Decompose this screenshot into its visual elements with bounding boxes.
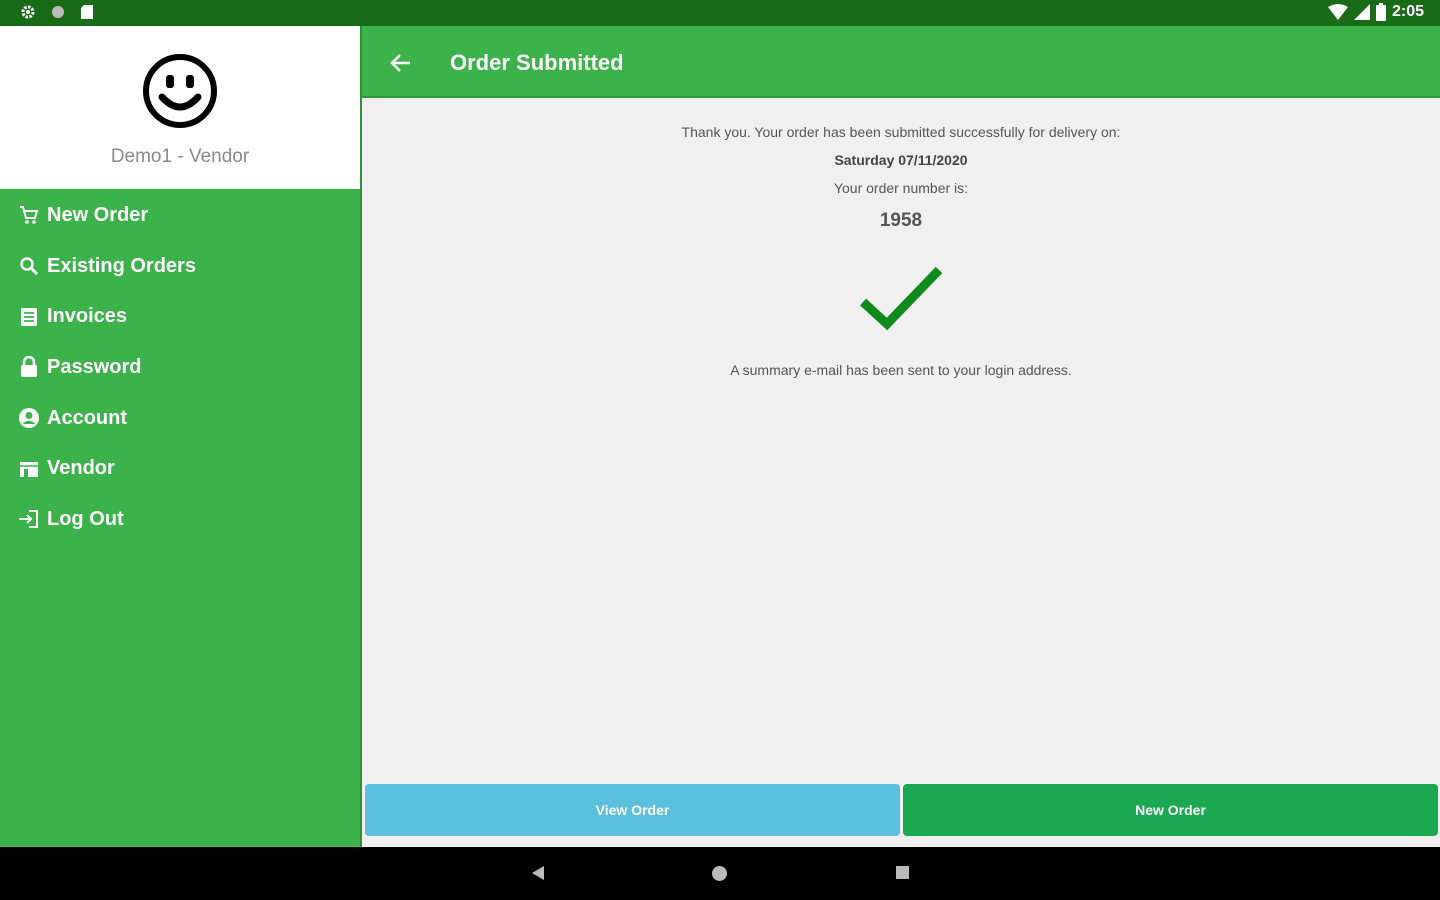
lock-icon: [18, 356, 40, 378]
nav-home-icon[interactable]: [711, 865, 728, 882]
new-order-button[interactable]: New Order: [903, 784, 1438, 836]
checkmark-icon: [859, 266, 943, 331]
search-icon: [18, 255, 40, 277]
menu-item-label: Password: [47, 355, 142, 378]
wifi-icon: [1327, 4, 1348, 20]
menu-item-label: Account: [47, 406, 127, 429]
store-icon: [18, 458, 40, 480]
menu-item-label: Vendor: [47, 457, 115, 480]
logout-icon: [18, 508, 40, 530]
nav-back-icon[interactable]: [530, 865, 546, 881]
order-number: 1958: [879, 210, 923, 231]
menu-item-invoices[interactable]: Invoices: [0, 291, 360, 342]
back-arrow-icon[interactable]: [388, 50, 414, 76]
account-icon: [18, 407, 40, 429]
clock: 2:05: [1391, 3, 1424, 20]
page-title: Order Submitted: [450, 50, 624, 75]
delivery-date: Saturday 07/11/2020: [834, 152, 968, 168]
app-bar: Order Submitted: [362, 26, 1440, 98]
menu-item-vendor[interactable]: Vendor: [0, 443, 360, 494]
main-panel: Order Submitted Thank you. Your order ha…: [360, 26, 1440, 847]
menu-item-label: New Order: [47, 203, 149, 226]
order-number-label: Your order number is:: [833, 180, 969, 196]
menu-item-label: Invoices: [47, 305, 128, 328]
signal-icon: [1353, 4, 1370, 20]
vendor-name: Demo1 - Vendor: [110, 146, 250, 167]
menu-item-label: Log Out: [47, 507, 124, 530]
battery-icon: [1375, 3, 1386, 21]
cart-icon: [18, 204, 40, 226]
summary-email-note: A summary e-mail has been sent to your l…: [730, 362, 1072, 378]
menu-item-existing-orders[interactable]: Existing Orders: [0, 241, 360, 292]
status-bar: 2:05: [0, 0, 1440, 26]
settings-icon: [21, 5, 35, 19]
drawer-menu: New Order Existing Orders Invoices Passw…: [0, 190, 360, 545]
sync-icon: [52, 6, 64, 18]
menu-item-password[interactable]: Password: [0, 342, 360, 393]
invoice-icon: [18, 306, 40, 328]
drawer-header: Demo1 - Vendor: [0, 26, 360, 189]
menu-item-log-out[interactable]: Log Out: [0, 494, 360, 545]
smiley-face-icon: [143, 54, 217, 128]
menu-item-account[interactable]: Account: [0, 393, 360, 444]
thank-you-message: Thank you. Your order has been submitted…: [681, 124, 1121, 140]
menu-item-new-order[interactable]: New Order: [0, 190, 360, 241]
navigation-drawer: Demo1 - Vendor New Order Existing Orders…: [0, 26, 360, 847]
nav-recents-icon[interactable]: [895, 865, 910, 880]
menu-item-label: Existing Orders: [47, 254, 196, 277]
system-navigation-bar: [0, 847, 1440, 900]
sd-card-icon: [81, 5, 93, 19]
view-order-button[interactable]: View Order: [365, 784, 900, 836]
